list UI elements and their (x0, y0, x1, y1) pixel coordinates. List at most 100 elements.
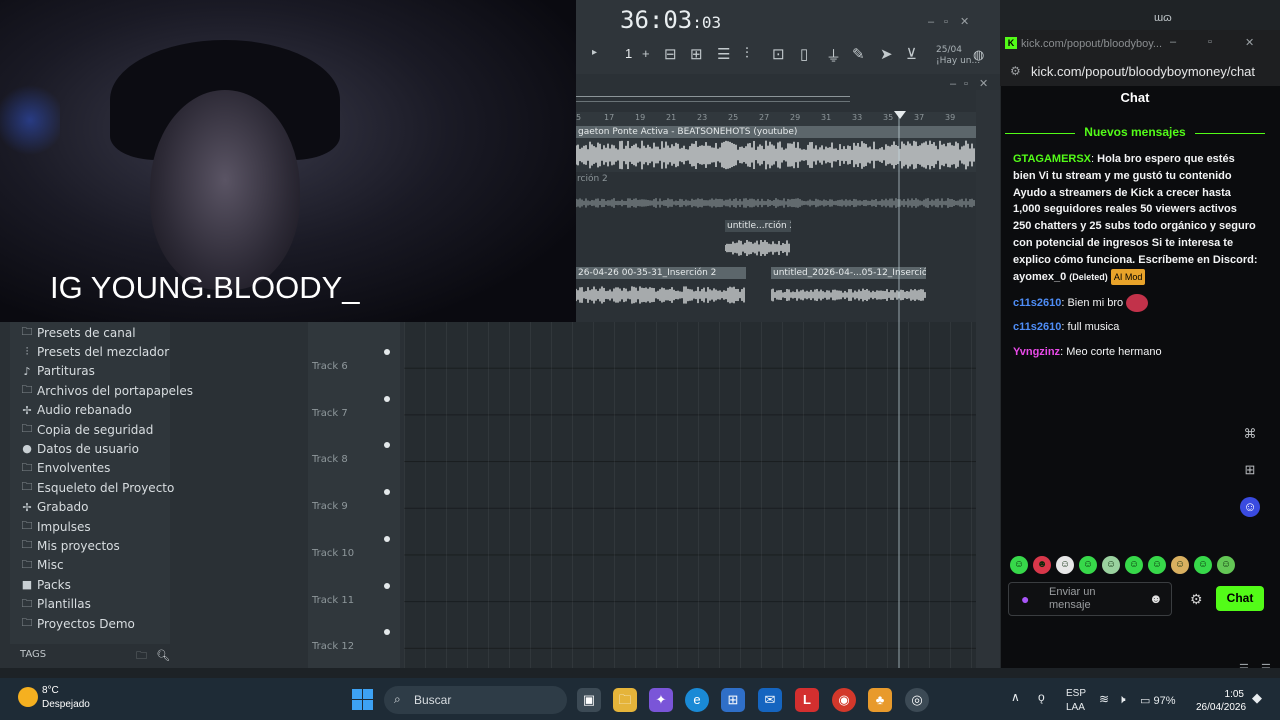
notification-icon[interactable]: ◆ (1252, 690, 1262, 706)
browser-item[interactable]: ♪ Partituras (20, 362, 94, 381)
track-name[interactable]: Track 12 (312, 641, 354, 652)
timeline-ruler[interactable]: 5 17 19 21 23 25 27 29 31 33 35 37 39 (576, 112, 976, 126)
playlist-icon[interactable]: ⊟ (664, 45, 677, 63)
emote-icon[interactable]: ☺ (1079, 556, 1097, 574)
browser-item[interactable]: 🗀 Archivos del portapapeles (20, 381, 193, 400)
browser-icon[interactable]: ⊡ (772, 45, 785, 63)
chrome-icon[interactable]: ◉ (832, 688, 856, 712)
translate-icon[interactable]: ⌘ (1240, 424, 1260, 444)
chat-maximize-icon[interactable]: ▫ (1208, 36, 1212, 48)
track-enable-toggle[interactable] (384, 582, 390, 589)
windows-start-icon[interactable] (352, 689, 373, 710)
mixer-icon[interactable]: ⫶ (745, 45, 749, 62)
bot-icon[interactable]: ☺ (1240, 497, 1260, 517)
chat-minimize-icon[interactable]: ‒ (1170, 36, 1176, 48)
track-name[interactable]: Track 11 (312, 595, 354, 606)
minimize-icon[interactable]: ‒ (928, 16, 934, 28)
chat-username[interactable]: c11s2610 (1013, 297, 1061, 309)
clip-small-header[interactable]: untitle...rción 2 (725, 220, 791, 232)
clip-left-header[interactable]: 26-04-26 00-35-31_Inserción 2 (576, 267, 746, 279)
browser-item[interactable]: ■ Packs (20, 575, 71, 594)
playlist-maximize-icon[interactable]: ▫ (964, 78, 968, 90)
grid-icon[interactable]: ⊞ (1240, 460, 1260, 480)
track-enable-toggle[interactable] (384, 535, 390, 542)
chat-message-input[interactable]: ● Enviar un mensaje ☻ (1008, 582, 1172, 616)
search-icon[interactable]: 🔍︎ (156, 650, 170, 662)
chat-username[interactable]: GTAGAMERSX (1013, 153, 1091, 165)
clip-main-header[interactable]: gaeton Ponte Activa - BEATSONEHOTS (yout… (576, 126, 976, 138)
browser-item[interactable]: 🗀 Presets de canal (20, 323, 136, 342)
track-enable-toggle[interactable] (384, 395, 390, 402)
playlist-close-icon[interactable]: ✕ (979, 77, 988, 90)
track-name[interactable]: Track 9 (312, 501, 348, 512)
copilot-icon[interactable]: ✦ (649, 688, 673, 712)
obs-icon[interactable]: ◎ (905, 688, 929, 712)
emote-icon[interactable]: ☺ (1148, 556, 1166, 574)
playhead[interactable] (898, 112, 900, 668)
chat-settings-icon[interactable]: ⚙ (1190, 591, 1203, 608)
emote-icon[interactable]: ☺ (1102, 556, 1120, 574)
emote-icon[interactable]: ☺ (1171, 556, 1189, 574)
plugin-icon[interactable]: ⏚ (826, 45, 841, 66)
language-indicator[interactable]: ESP LAA (1066, 688, 1086, 713)
folder-icon[interactable]: 🗀 (136, 650, 147, 662)
browser-item[interactable]: ● Datos de usuario (20, 439, 139, 458)
fl-studio-icon[interactable]: ♣ (868, 688, 892, 712)
lane2-waveform[interactable] (576, 192, 976, 214)
playlist-minimize-icon[interactable]: ‒ (950, 78, 956, 90)
transport-mode-icon[interactable]: ɯɷ (1154, 12, 1172, 24)
browser-item[interactable]: ⫶ Presets del mezclador (20, 342, 170, 361)
browser-item[interactable]: 🗀 Misc (20, 556, 64, 575)
arrow-icon[interactable]: ➤ (880, 45, 893, 63)
tray-expand-icon[interactable]: ∧ (1011, 690, 1020, 704)
store-icon[interactable]: ⊞ (721, 688, 745, 712)
microphone-icon[interactable]: ● (1021, 591, 1029, 607)
chat-url-bar[interactable]: ⚙ kick.com/popout/bloodyboymoney/chat (1000, 58, 1280, 86)
browser-item[interactable]: 🗀 Copia de seguridad (20, 420, 154, 439)
browser-item[interactable]: 🗀 Esqueleto del Proyecto (20, 478, 175, 497)
browser-item[interactable]: 🗀 Plantillas (20, 595, 91, 614)
globe-icon[interactable]: ◍ (973, 47, 984, 63)
chat-username[interactable]: Yvngzinz (1013, 346, 1060, 358)
track-name[interactable]: Track 8 (312, 454, 348, 465)
pattern-number[interactable]: 1 (625, 46, 632, 61)
maximize-icon[interactable]: ▫ (944, 16, 948, 28)
channel-rack-icon[interactable]: ☰ (717, 45, 730, 63)
play-icon[interactable]: ▸ (592, 47, 597, 58)
battery-indicator[interactable]: ▭ 97% (1140, 694, 1176, 707)
task-view-icon[interactable]: ▣ (577, 688, 601, 712)
chat-username[interactable]: c11s2610 (1013, 321, 1061, 333)
emoji-picker-icon[interactable]: ☻ (1149, 591, 1163, 606)
taskbar-search[interactable]: ⌕ Buscar (384, 686, 567, 714)
file-explorer-icon[interactable]: 🗀 (613, 688, 637, 712)
clip-main-waveform[interactable] (576, 138, 976, 172)
chat-send-button[interactable]: Chat (1216, 586, 1264, 611)
new-messages-divider[interactable]: Nuevos mensajes (1005, 125, 1265, 141)
browser-item[interactable]: ✢ Audio rebanado (20, 401, 131, 420)
browser-item[interactable]: ✢ Grabado (20, 498, 88, 517)
track-name[interactable]: Track 7 (312, 408, 348, 419)
chat-close-icon[interactable]: ✕ (1245, 36, 1254, 49)
volume-icon[interactable]: 🕨 (1118, 692, 1126, 707)
playlist-grid[interactable] (404, 322, 976, 668)
edge-icon[interactable]: e (685, 688, 709, 712)
site-info-icon[interactable]: ⚙ (1010, 64, 1021, 78)
wifi-icon[interactable]: ≋ (1099, 692, 1109, 706)
piano-roll-icon[interactable]: ⊞ (690, 45, 703, 63)
track-name[interactable]: Track 10 (312, 548, 354, 559)
playlist-vertical-scrollbar[interactable] (976, 90, 1000, 668)
emote-icon[interactable]: ☻ (1033, 556, 1051, 574)
tool-icon[interactable]: ✎ (852, 45, 865, 63)
playlist-scrollbar[interactable] (576, 96, 850, 102)
playhead-marker-icon[interactable] (894, 111, 906, 119)
outlook-icon[interactable]: ✉ (758, 688, 782, 712)
shop-icon[interactable]: ⊻ (906, 45, 917, 63)
close-icon[interactable]: ✕ (960, 15, 969, 28)
emote-icon[interactable]: ☺ (1010, 556, 1028, 574)
clip-small-waveform[interactable] (725, 232, 791, 264)
browser-item[interactable]: 🗀 Envolventes (20, 459, 111, 478)
app-l-icon[interactable]: L (795, 688, 819, 712)
file-icon[interactable]: ▯ (800, 45, 808, 63)
emote-icon[interactable]: ☺ (1194, 556, 1212, 574)
taskbar-clock[interactable]: 1:05 26/04/2026 (1196, 688, 1246, 714)
